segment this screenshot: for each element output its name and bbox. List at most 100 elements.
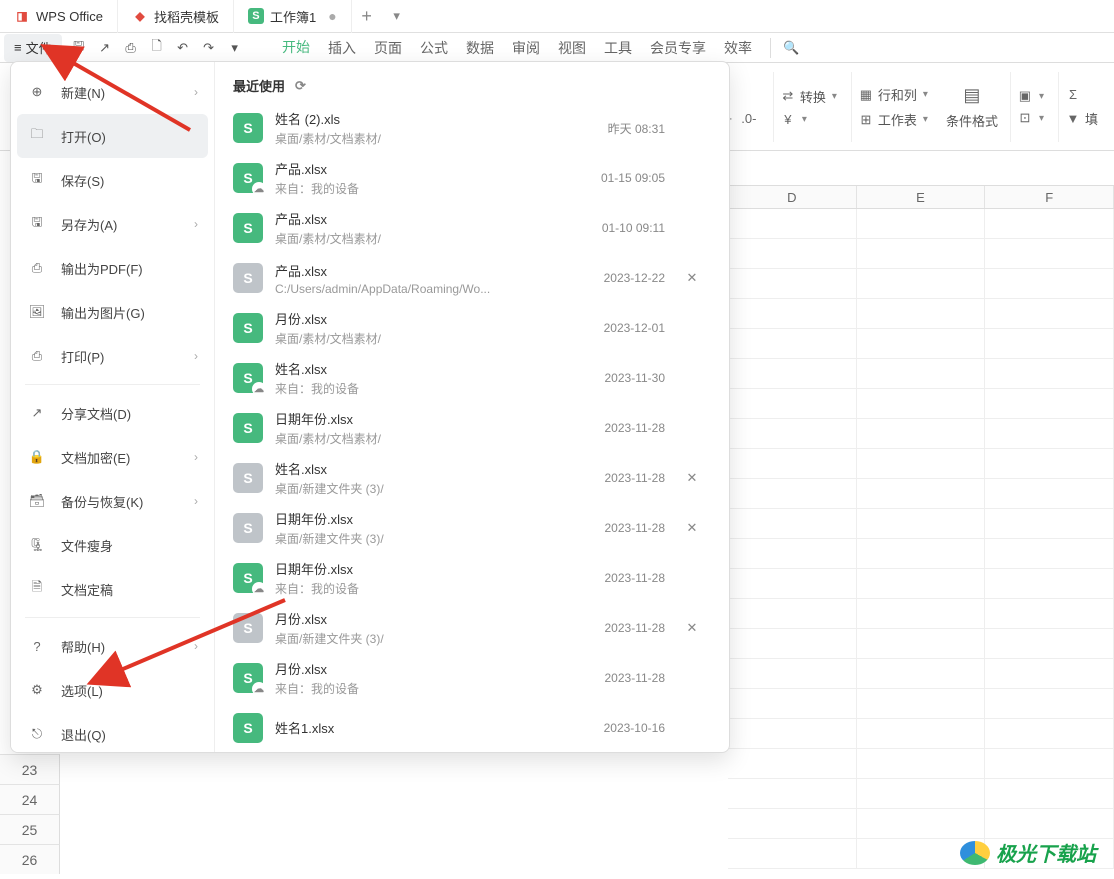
cell[interactable] bbox=[985, 269, 1114, 298]
cell[interactable] bbox=[857, 629, 986, 658]
tab-menu-button[interactable]: ▾ bbox=[382, 8, 412, 24]
col-header[interactable]: F bbox=[985, 186, 1114, 208]
file-menu-button[interactable]: ≡ 文件 bbox=[4, 34, 62, 62]
cell[interactable] bbox=[728, 539, 857, 568]
recent-file-row[interactable]: S姓名.xlsx桌面/新建文件夹 (3)/2023-11-28✕ bbox=[233, 453, 711, 503]
file-menu-item-6[interactable]: ⎙打印(P)› bbox=[11, 334, 214, 378]
fill-button[interactable]: ▼填 bbox=[1065, 109, 1098, 128]
cell[interactable] bbox=[728, 449, 857, 478]
qat-dropdown-icon[interactable]: ▾ bbox=[226, 40, 244, 56]
recent-file-row[interactable]: S日期年份.xlsx桌面/素材/文档素材/2023-11-28✕ bbox=[233, 403, 711, 453]
ribbon-tab-6[interactable]: 视图 bbox=[558, 33, 586, 63]
cell[interactable] bbox=[728, 209, 857, 238]
cell[interactable] bbox=[985, 419, 1114, 448]
cell[interactable] bbox=[985, 569, 1114, 598]
cell[interactable] bbox=[728, 779, 857, 808]
redo-icon[interactable]: ↷ bbox=[200, 40, 218, 56]
recent-file-row[interactable]: S☁姓名.xlsx来自：我的设备2023-11-30✕ bbox=[233, 353, 711, 403]
cell[interactable] bbox=[985, 689, 1114, 718]
recent-file-row[interactable]: S☁产品.xlsx来自：我的设备01-15 09:05✕ bbox=[233, 153, 711, 203]
cell[interactable] bbox=[857, 329, 986, 358]
file-menu-item-3[interactable]: 🖫另存为(A)› bbox=[11, 202, 214, 246]
cell[interactable] bbox=[985, 479, 1114, 508]
ribbon-tab-2[interactable]: 页面 bbox=[374, 33, 402, 63]
cell[interactable] bbox=[857, 389, 986, 418]
cell[interactable] bbox=[857, 419, 986, 448]
cell[interactable] bbox=[728, 599, 857, 628]
row-header[interactable]: 24 bbox=[0, 784, 60, 814]
cell[interactable] bbox=[857, 449, 986, 478]
row-header[interactable]: 26 bbox=[0, 844, 60, 874]
cell[interactable] bbox=[985, 809, 1114, 838]
remove-recent-icon[interactable]: ✕ bbox=[677, 470, 707, 486]
cell[interactable] bbox=[728, 719, 857, 748]
cell[interactable] bbox=[985, 329, 1114, 358]
sum-button[interactable]: Σ bbox=[1065, 87, 1081, 103]
merge-button[interactable]: ▣▾ bbox=[1017, 88, 1044, 104]
file-menu-item-12[interactable]: ?帮助(H)› bbox=[11, 624, 214, 668]
dec-dec-icon[interactable]: .0- bbox=[739, 111, 759, 126]
cell[interactable] bbox=[728, 629, 857, 658]
file-menu-item-10[interactable]: 🗜文件瘦身 bbox=[11, 523, 214, 567]
recent-file-row[interactable]: S姓名 (2).xls桌面/素材/文档素材/昨天 08:31✕ bbox=[233, 103, 711, 153]
cell[interactable] bbox=[857, 359, 986, 388]
border-button[interactable]: ⊡▾ bbox=[1017, 110, 1044, 126]
cell[interactable] bbox=[985, 359, 1114, 388]
file-menu-item-11[interactable]: 🗎文档定稿 bbox=[11, 567, 214, 611]
cell[interactable] bbox=[728, 509, 857, 538]
cell[interactable] bbox=[857, 659, 986, 688]
cell[interactable] bbox=[857, 509, 986, 538]
file-menu-item-2[interactable]: 🖫保存(S) bbox=[11, 158, 214, 202]
cell[interactable] bbox=[728, 239, 857, 268]
file-menu-item-0[interactable]: ⊕新建(N)› bbox=[11, 70, 214, 114]
cell[interactable] bbox=[857, 239, 986, 268]
cell[interactable] bbox=[985, 779, 1114, 808]
file-menu-item-1[interactable]: 🗀打开(O) bbox=[17, 114, 208, 158]
cell[interactable] bbox=[857, 479, 986, 508]
recent-file-row[interactable]: S月份.xlsx桌面/素材/文档素材/2023-12-01✕ bbox=[233, 303, 711, 353]
row-header[interactable]: 25 bbox=[0, 814, 60, 844]
ribbon-tab-1[interactable]: 插入 bbox=[328, 33, 356, 63]
tab-add-button[interactable]: + bbox=[352, 6, 382, 27]
cell[interactable] bbox=[728, 749, 857, 778]
cell[interactable] bbox=[728, 329, 857, 358]
cell[interactable] bbox=[985, 209, 1114, 238]
cell[interactable] bbox=[728, 689, 857, 718]
tab-templates[interactable]: ◆ 找稻壳模板 bbox=[118, 0, 234, 33]
ribbon-tab-5[interactable]: 审阅 bbox=[512, 33, 540, 63]
ribbon-tab-3[interactable]: 公式 bbox=[420, 33, 448, 63]
cell[interactable] bbox=[857, 539, 986, 568]
preview-icon[interactable]: 🗋 bbox=[148, 37, 166, 59]
cell[interactable] bbox=[728, 809, 857, 838]
ribbon-tab-0[interactable]: 开始 bbox=[282, 33, 310, 63]
remove-recent-icon[interactable]: ✕ bbox=[677, 620, 707, 636]
refresh-icon[interactable]: ⟳ bbox=[295, 78, 306, 94]
cell[interactable] bbox=[728, 299, 857, 328]
ribbon-tab-9[interactable]: 效率 bbox=[724, 33, 752, 63]
cell[interactable] bbox=[857, 779, 986, 808]
cell[interactable] bbox=[985, 599, 1114, 628]
ribbon-tab-8[interactable]: 会员专享 bbox=[650, 33, 706, 63]
file-menu-item-5[interactable]: 🖼输出为图片(G) bbox=[11, 290, 214, 334]
ribbon-tab-4[interactable]: 数据 bbox=[466, 33, 494, 63]
condformat-button[interactable]: ▤ 条件格式 bbox=[942, 85, 1002, 130]
recent-file-row[interactable]: S产品.xlsxC:/Users/admin/AppData/Roaming/W… bbox=[233, 253, 711, 303]
file-menu-item-9[interactable]: 🗃备份与恢复(K)› bbox=[11, 479, 214, 523]
cell[interactable] bbox=[728, 269, 857, 298]
file-menu-item-7[interactable]: ↗分享文档(D) bbox=[11, 391, 214, 435]
print-icon[interactable]: ⎙ bbox=[122, 40, 140, 56]
cell[interactable] bbox=[985, 539, 1114, 568]
cell[interactable] bbox=[728, 839, 857, 868]
recent-file-row[interactable]: S月份.xlsx桌面/新建文件夹 (3)/2023-11-28✕ bbox=[233, 603, 711, 653]
recent-file-row[interactable]: S姓名1.xlsx2023-10-16✕ bbox=[233, 703, 711, 752]
cell[interactable] bbox=[728, 359, 857, 388]
cell[interactable] bbox=[985, 239, 1114, 268]
cell[interactable] bbox=[728, 659, 857, 688]
cell[interactable] bbox=[985, 659, 1114, 688]
cell[interactable] bbox=[985, 299, 1114, 328]
ribbon-tab-7[interactable]: 工具 bbox=[604, 33, 632, 63]
currency-button[interactable]: ¥▾ bbox=[780, 112, 807, 128]
file-menu-item-8[interactable]: 🔒文档加密(E)› bbox=[11, 435, 214, 479]
convert-button[interactable]: ⇄ 转换▾ bbox=[780, 87, 837, 106]
cells-area[interactable] bbox=[728, 209, 1114, 879]
